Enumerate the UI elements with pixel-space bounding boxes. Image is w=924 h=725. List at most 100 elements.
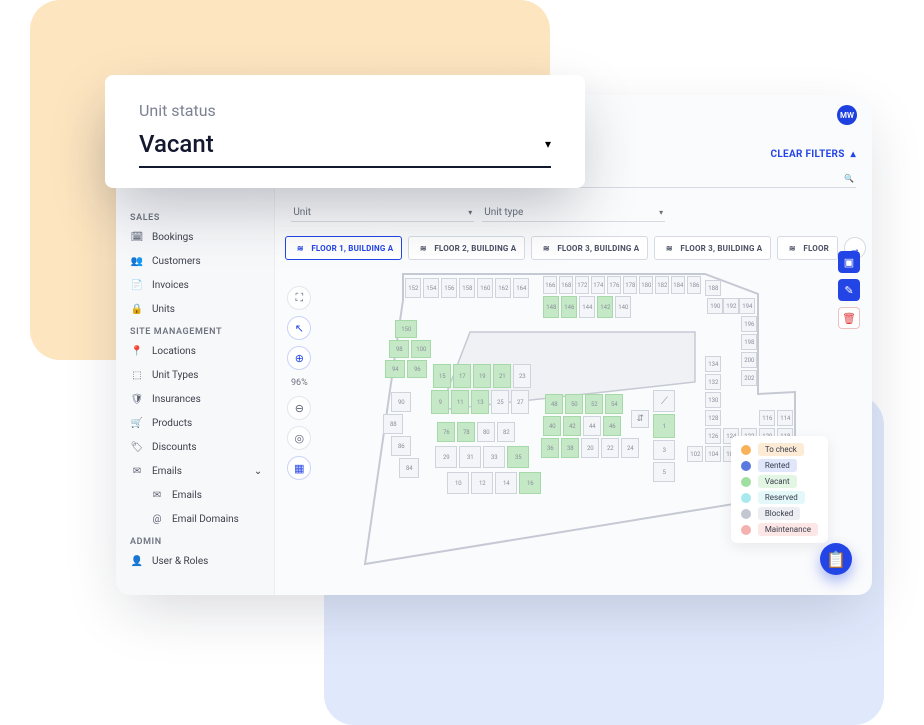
unit[interactable]: 19 [473, 364, 491, 388]
grid-tool[interactable]: ▦ [287, 456, 311, 480]
unit[interactable]: 128 [705, 410, 721, 426]
unit[interactable]: 76 [437, 422, 455, 442]
zoom-out-tool[interactable]: ⊖ [287, 396, 311, 420]
zoom-in-tool[interactable]: ⊕ [287, 346, 311, 370]
unit[interactable]: 80 [477, 422, 495, 442]
unit[interactable]: 36 [541, 438, 559, 458]
unit[interactable]: 130 [705, 392, 721, 408]
unit[interactable]: 176 [607, 276, 621, 294]
unit[interactable]: 132 [705, 374, 721, 390]
unit[interactable]: 144 [579, 296, 595, 318]
unit[interactable]: 162 [495, 278, 511, 298]
unit[interactable]: 82 [497, 422, 515, 442]
unit[interactable]: 140 [615, 296, 631, 318]
floor-tab-4[interactable]: ≋FLOOR 3, BUILDING A [654, 236, 771, 260]
sidebar-item-discounts[interactable]: 🏷Discounts [116, 435, 274, 459]
unit[interactable]: 11 [451, 390, 469, 414]
unit[interactable]: 15 [433, 364, 451, 388]
unit[interactable]: 188 [705, 280, 721, 296]
filter-unit-type[interactable]: Unit type▾ [482, 204, 665, 222]
unit[interactable]: 96 [407, 360, 427, 378]
unit[interactable]: 23 [513, 364, 531, 388]
unit[interactable]: 84 [399, 458, 419, 478]
sidebar-item-bookings[interactable]: 🗓Bookings [116, 225, 274, 249]
unit[interactable]: 126 [705, 428, 721, 444]
unit[interactable]: 33 [483, 446, 505, 468]
unit[interactable]: 94 [385, 360, 405, 378]
unit[interactable]: 178 [623, 276, 637, 294]
floorplan-canvas[interactable]: 166 168 152 154 156 158 160 162 164 172 … [335, 268, 805, 594]
unit[interactable]: 146 [561, 296, 577, 318]
unit[interactable]: 38 [561, 438, 579, 458]
unit[interactable]: 194 [739, 298, 755, 314]
sidebar-item-email-domains[interactable]: @Email Domains [116, 507, 274, 531]
unit[interactable]: 168 [559, 276, 573, 294]
unit[interactable]: 42 [563, 416, 581, 436]
unit[interactable]: 196 [741, 316, 757, 332]
center-tool[interactable]: ◎ [287, 426, 311, 450]
unit[interactable]: 3 [653, 440, 675, 460]
unit[interactable]: 134 [705, 356, 721, 372]
unit[interactable]: 190 [707, 298, 723, 314]
unit[interactable]: ⟋ [653, 390, 675, 412]
unit[interactable]: 148 [543, 296, 559, 318]
unit[interactable]: 24 [621, 438, 639, 458]
unit[interactable]: 86 [391, 436, 411, 456]
unit[interactable]: 52 [585, 394, 603, 414]
filter-unit[interactable]: Unit▾ [291, 204, 474, 222]
floor-tab-2[interactable]: ≋FLOOR 2, BUILDING A [408, 236, 525, 260]
sidebar-item-unit-types[interactable]: ⬚Unit Types [116, 363, 274, 387]
fullscreen-tool[interactable]: ⛶ [287, 286, 311, 310]
unit[interactable]: 31 [459, 446, 481, 468]
unit[interactable]: 1 [653, 414, 675, 438]
unit-status-select[interactable]: Vacant ▾ [139, 126, 551, 168]
unit[interactable]: 160 [477, 278, 493, 298]
unit[interactable]: 104 [705, 446, 721, 462]
unit[interactable]: 21 [493, 364, 511, 388]
select-tool[interactable]: ↖ [287, 316, 311, 340]
clear-filters-button[interactable]: CLEAR FILTERS ▴ [770, 149, 856, 160]
unit[interactable]: 5 [653, 462, 675, 482]
notes-fab[interactable]: 📋 [820, 543, 852, 575]
unit[interactable]: 17 [453, 364, 471, 388]
unit[interactable]: 48 [545, 394, 563, 414]
unit[interactable]: 9 [431, 390, 449, 414]
sidebar-item-products[interactable]: 🛒Products [116, 411, 274, 435]
unit[interactable]: 46 [603, 416, 621, 436]
unit[interactable]: 116 [759, 410, 775, 426]
unit[interactable]: 142 [597, 296, 613, 318]
unit[interactable]: 184 [671, 276, 685, 294]
unit-elevator[interactable]: ⇵ [631, 410, 649, 428]
unit[interactable]: 40 [543, 416, 561, 436]
unit[interactable]: 182 [655, 276, 669, 294]
sidebar-item-user-roles[interactable]: 👤User & Roles [116, 549, 274, 573]
unit[interactable]: 192 [723, 298, 739, 314]
sidebar-item-locations[interactable]: 📍Locations [116, 339, 274, 363]
sidebar-item-emails-sub[interactable]: ✉Emails [116, 483, 274, 507]
unit[interactable]: 198 [741, 334, 757, 350]
unit[interactable]: 90 [391, 392, 411, 412]
unit[interactable]: 13 [471, 390, 489, 414]
unit[interactable]: 114 [777, 410, 793, 426]
unit[interactable]: 27 [511, 390, 529, 414]
unit[interactable]: 10 [447, 472, 469, 494]
sidebar-item-invoices[interactable]: 📄Invoices [116, 273, 274, 297]
sidebar-item-units[interactable]: 🔒Units [116, 297, 274, 321]
unit[interactable]: 20 [581, 438, 599, 458]
unit[interactable]: 164 [513, 278, 529, 298]
unit[interactable]: 14 [495, 472, 517, 494]
unit[interactable]: 22 [601, 438, 619, 458]
unit[interactable]: 186 [687, 276, 701, 294]
avatar[interactable]: MW [837, 105, 857, 125]
unit[interactable]: 16 [519, 472, 541, 494]
unit[interactable]: 98 [389, 340, 409, 358]
unit[interactable]: 88 [383, 414, 403, 434]
unit[interactable]: 25 [491, 390, 509, 414]
unit[interactable]: 154 [423, 278, 439, 298]
unit[interactable]: 156 [441, 278, 457, 298]
unit[interactable]: 78 [457, 422, 475, 442]
unit[interactable]: 44 [583, 416, 601, 436]
unit[interactable]: 54 [605, 394, 623, 414]
unit[interactable]: 102 [687, 446, 703, 462]
sidebar-item-emails[interactable]: ✉Emails⌄ [116, 459, 274, 483]
